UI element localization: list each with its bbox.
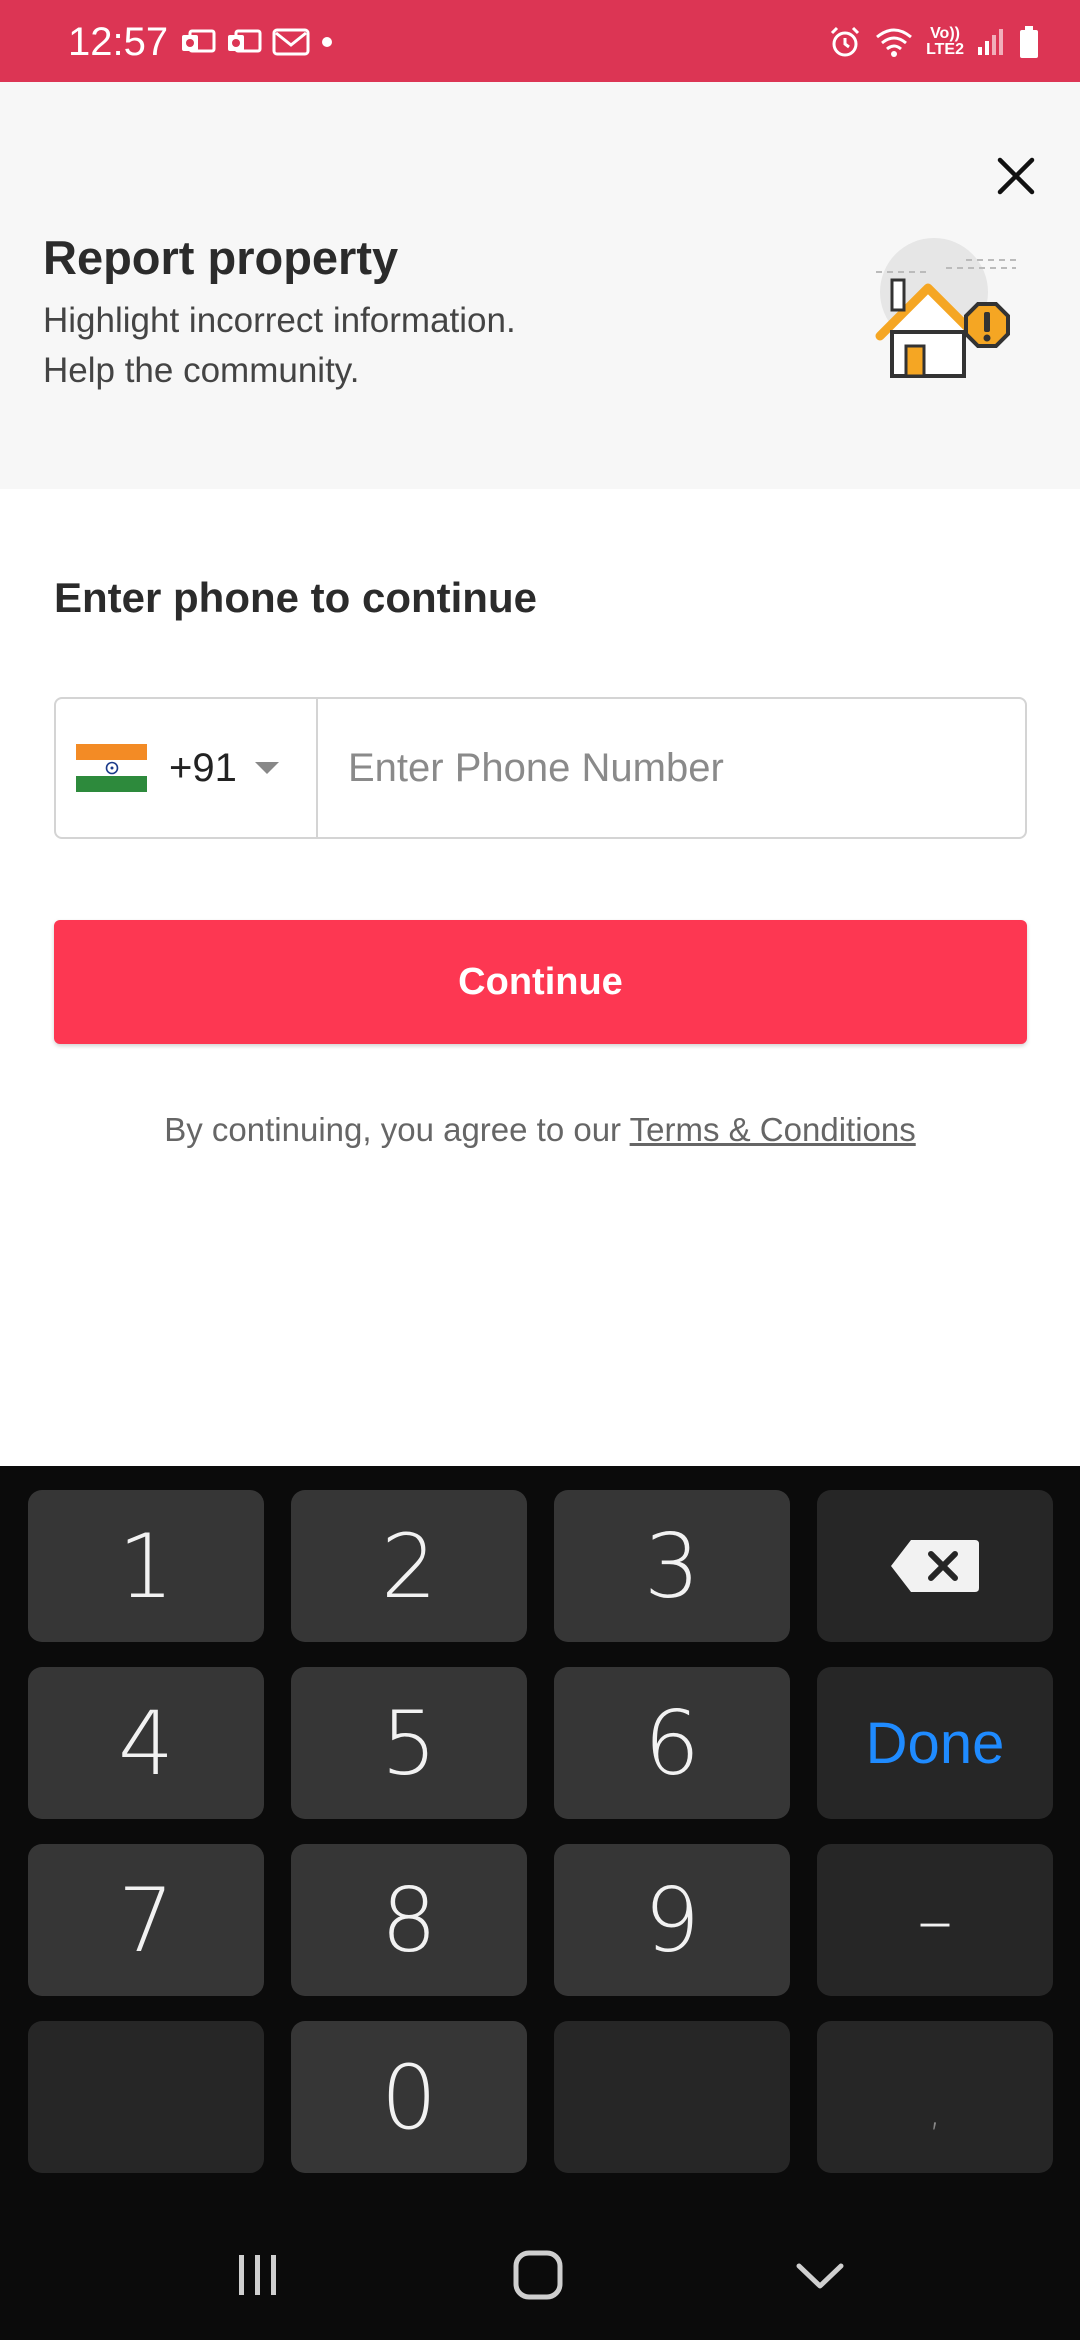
key-9[interactable]: 9 <box>554 1844 790 1996</box>
more-notifications-dot-icon <box>322 37 332 47</box>
india-flag-icon <box>76 744 147 792</box>
home-button[interactable] <box>498 2240 578 2310</box>
house-warning-icon <box>875 238 1016 378</box>
gmail-notification-icon <box>272 28 310 56</box>
key-8[interactable]: 8 <box>291 1844 527 1996</box>
terms-prefix: By continuing, you agree to our <box>164 1111 630 1148</box>
close-button[interactable] <box>980 140 1052 212</box>
key-1[interactable]: 1 <box>28 1490 264 1642</box>
chevron-down-icon <box>254 762 279 774</box>
done-key[interactable]: Done <box>817 1667 1053 1819</box>
outlook-notification-icon <box>228 29 262 53</box>
blank-key <box>554 2021 790 2173</box>
country-code-selector[interactable]: +91 <box>56 699 318 837</box>
comma-key[interactable]: , <box>817 2021 1053 2173</box>
terms-notice: By continuing, you agree to our Terms & … <box>0 1106 1080 1154</box>
phone-number-input[interactable] <box>318 699 1025 837</box>
status-time: 12:57 <box>68 20 169 64</box>
key-5[interactable]: 5 <box>291 1667 527 1819</box>
volte-indicator: Vo)) LTE2 <box>926 25 964 58</box>
home-icon <box>513 2250 563 2300</box>
key-0[interactable]: 0 <box>291 2021 527 2173</box>
system-status-icons: Vo)) LTE2 <box>828 20 1040 64</box>
signal-icon <box>978 29 1003 55</box>
backspace-key[interactable] <box>817 1490 1053 1642</box>
dash-key[interactable]: – <box>817 1844 1053 1996</box>
recents-icon <box>239 2255 276 2295</box>
notification-icons <box>180 22 334 62</box>
battery-icon <box>1020 26 1038 58</box>
key-6[interactable]: 6 <box>554 1667 790 1819</box>
subtitle-line: Highlight incorrect information. <box>43 301 516 340</box>
phone-input-group: +91 <box>54 697 1027 839</box>
country-code: +91 <box>169 745 237 790</box>
alarm-icon <box>831 26 860 57</box>
subtitle-line: Help the community. <box>43 351 360 390</box>
navigation-bar <box>0 2200 1080 2340</box>
wifi-icon <box>876 28 913 57</box>
blank-key <box>28 2021 264 2173</box>
recents-button[interactable] <box>218 2240 298 2310</box>
key-7[interactable]: 7 <box>28 1844 264 1996</box>
close-icon <box>997 157 1035 195</box>
status-bar: 12:57 Vo)) LTE2 <box>0 0 1080 82</box>
key-2[interactable]: 2 <box>291 1490 527 1642</box>
continue-button[interactable]: Continue <box>54 920 1027 1044</box>
key-3[interactable]: 3 <box>554 1490 790 1642</box>
report-header: Report property Highlight incorrect info… <box>0 82 1080 489</box>
form-heading: Enter phone to continue <box>54 574 537 621</box>
terms-link[interactable]: Terms & Conditions <box>630 1111 916 1148</box>
page-title: Report property <box>43 231 399 284</box>
backspace-icon <box>891 1540 979 1592</box>
key-4[interactable]: 4 <box>28 1667 264 1819</box>
numeric-keyboard: 1 2 3 4 5 6 Done 7 8 9 – 0 , <box>0 1466 1080 2200</box>
hide-keyboard-icon <box>796 2263 844 2289</box>
hide-keyboard-button[interactable] <box>780 2240 860 2310</box>
outlook-notification-icon <box>182 29 216 53</box>
